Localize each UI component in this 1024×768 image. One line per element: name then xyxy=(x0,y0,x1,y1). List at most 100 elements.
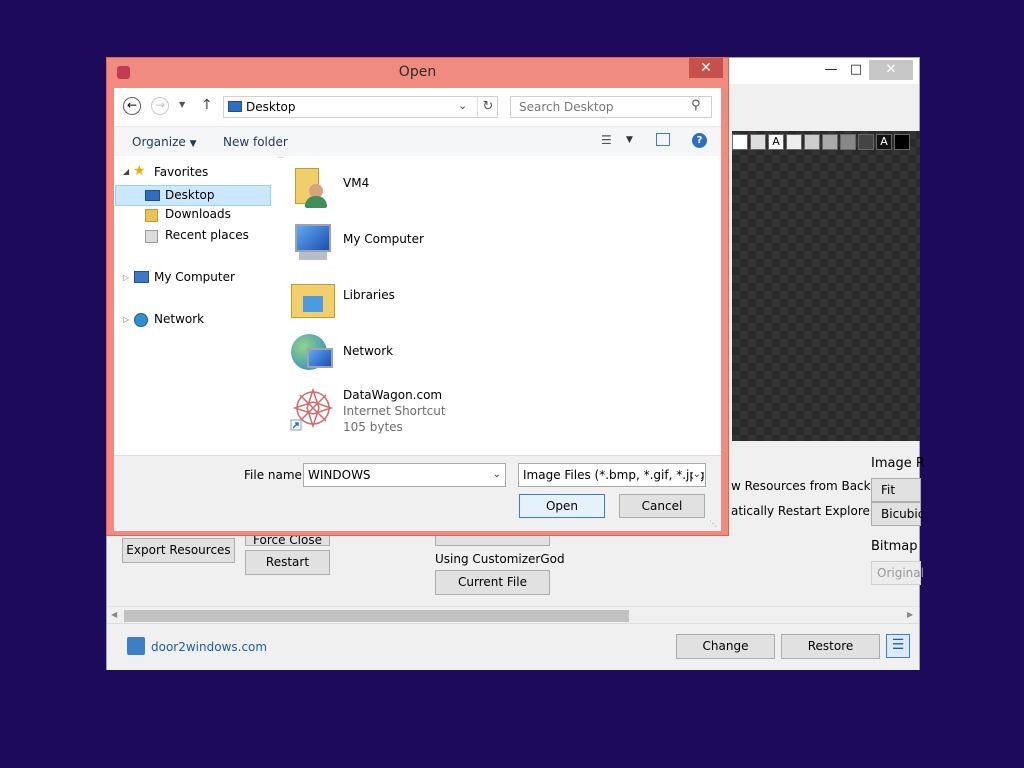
tree-favorites[interactable]: Favorites xyxy=(154,165,208,179)
site-logo-icon xyxy=(127,637,145,655)
dialog-body: ← → ▼ ↑ Desktop ⌄ ↻ Search Desktop ⚲ Org… xyxy=(114,88,721,531)
maximize-icon[interactable]: □ xyxy=(841,60,871,80)
organize-label: Organize xyxy=(132,135,186,149)
original-button: Original xyxy=(871,561,924,585)
tree-recent-places[interactable]: Recent places xyxy=(165,228,249,242)
swatch-text-light[interactable]: A xyxy=(876,134,892,150)
refresh-icon[interactable]: ↻ xyxy=(477,97,498,117)
cancel-button[interactable]: Cancel xyxy=(619,494,705,518)
star-icon: ★ xyxy=(133,163,146,179)
scroll-left-icon[interactable]: ◀ xyxy=(111,610,117,619)
recent-locations-icon[interactable]: ▼ xyxy=(179,100,185,109)
desktop-icon xyxy=(228,101,242,112)
open-button[interactable]: Open xyxy=(519,494,605,518)
swatch-black[interactable] xyxy=(894,134,910,150)
tree-network[interactable]: Network xyxy=(154,312,204,326)
tree-my-computer[interactable]: My Computer xyxy=(154,270,235,284)
swatch-mid-gray[interactable] xyxy=(822,134,838,150)
restart-button[interactable]: Restart xyxy=(245,550,330,575)
dialog-title: Open xyxy=(398,64,437,80)
file-name-value: WINDOWS xyxy=(308,468,371,482)
desktop-icon xyxy=(145,190,160,201)
dialog-bottom-panel: File name: WINDOWS ⌄ Image Files (*.bmp,… xyxy=(114,455,721,531)
preview-pane-icon[interactable] xyxy=(656,133,670,146)
tree-downloads[interactable]: Downloads xyxy=(165,207,231,221)
chevron-down-icon[interactable]: ⌄ xyxy=(692,464,701,486)
view-details-icon[interactable]: ☰ xyxy=(601,133,615,147)
navigation-bar: ← → ▼ ↑ Desktop ⌄ ↻ Search Desktop ⚲ xyxy=(114,88,721,126)
app-close-button[interactable]: ✕ xyxy=(869,60,913,80)
horizontal-scrollbar[interactable]: ◀ ▶ xyxy=(107,606,919,624)
downloads-folder-icon xyxy=(145,209,158,222)
file-name-input[interactable]: WINDOWS ⌄ xyxy=(303,463,506,487)
help-icon[interactable]: ? xyxy=(692,133,707,148)
swatch-checker-dark[interactable] xyxy=(858,134,874,150)
organize-button[interactable]: Organize ▼ xyxy=(132,135,197,149)
chevron-down-icon[interactable]: ⌄ xyxy=(493,464,501,486)
file-name: DataWagon.com xyxy=(343,388,443,402)
address-bar[interactable]: Desktop ⌄ ↻ xyxy=(223,96,498,118)
dialog-title-bar[interactable]: Open ✕ xyxy=(107,58,728,88)
new-folder-button[interactable]: New folder xyxy=(223,135,288,149)
restore-button[interactable]: Restore xyxy=(781,634,880,659)
site-link[interactable]: door2windows.com xyxy=(151,640,267,654)
file-type: Internet Shortcut xyxy=(343,404,446,418)
file-list: VM4 My Computer Libraries Network DataWa… xyxy=(284,156,721,455)
export-resources-button[interactable]: Export Resources xyxy=(122,538,235,563)
swatch-text-dark[interactable]: A xyxy=(768,134,784,150)
file-item-my-computer[interactable]: My Computer xyxy=(289,218,589,268)
computer-icon xyxy=(134,271,149,283)
auto-restart-option[interactable]: atically Restart Explorer xyxy=(731,504,875,518)
resize-grip-icon[interactable]: ⋱ xyxy=(709,519,717,528)
file-item-network[interactable]: Network xyxy=(289,330,589,380)
file-type-value: Image Files (*.bmp, *.gif, *.jpg, xyxy=(523,468,706,482)
expand-favorites-icon[interactable]: ◢ xyxy=(123,167,129,176)
libraries-icon xyxy=(289,274,337,322)
file-item-vm4[interactable]: VM4 xyxy=(289,162,589,212)
search-placeholder: Search Desktop xyxy=(519,100,614,114)
open-dialog: Open ✕ ← → ▼ ↑ Desktop ⌄ ↻ Search Deskto… xyxy=(106,57,729,536)
expand-computer-icon[interactable]: ▷ xyxy=(123,273,129,282)
file-name: My Computer xyxy=(343,232,424,246)
file-size: 105 bytes xyxy=(343,420,403,434)
file-type-select[interactable]: Image Files (*.bmp, *.gif, *.jpg, ⌄ xyxy=(518,463,706,487)
tree-desktop-label: Desktop xyxy=(165,188,215,202)
dialog-close-button[interactable]: ✕ xyxy=(689,58,723,78)
file-name: VM4 xyxy=(343,176,370,190)
menu-icon[interactable]: ☰ xyxy=(886,634,910,658)
swatch-gray[interactable] xyxy=(804,134,820,150)
up-arrow-icon[interactable]: ↑ xyxy=(201,97,213,113)
file-item-libraries[interactable]: Libraries xyxy=(289,274,589,324)
show-resources-option[interactable]: w Resources from Backup xyxy=(731,479,885,493)
fit-resize-button[interactable]: Fit Resiz xyxy=(871,478,921,519)
image-resize-heading: Image R xyxy=(871,456,925,471)
forward-arrow-icon[interactable]: → xyxy=(151,97,169,115)
expand-network-icon[interactable]: ▷ xyxy=(123,315,129,324)
navigation-pane: ◢ ★ Favorites Desktop Downloads Recent p… xyxy=(114,156,277,455)
change-button[interactable]: Change xyxy=(676,634,775,659)
using-label: Using CustomizerGod xyxy=(435,552,565,566)
search-icon[interactable]: ⚲ xyxy=(691,98,701,113)
view-dropdown-icon[interactable]: ▼ xyxy=(626,135,633,145)
file-name: Libraries xyxy=(343,288,395,302)
address-text: Desktop xyxy=(246,100,296,114)
search-input[interactable]: Search Desktop ⚲ xyxy=(510,96,712,118)
back-arrow-icon[interactable]: ← xyxy=(123,97,141,115)
tree-desktop-selected[interactable]: Desktop xyxy=(115,185,271,206)
chevron-down-icon: ▼ xyxy=(189,139,197,149)
scroll-thumb[interactable] xyxy=(124,610,629,622)
recent-places-icon xyxy=(145,230,158,243)
app-footer: door2windows.com Change Restore ☰ xyxy=(107,623,919,670)
image-preview-canvas xyxy=(732,131,920,441)
scroll-right-icon[interactable]: ▶ xyxy=(907,610,913,619)
file-name: Network xyxy=(343,344,394,358)
address-dropdown-icon[interactable]: ⌄ xyxy=(458,99,467,112)
file-item-datawagon[interactable]: DataWagon.com Internet Shortcut 105 byte… xyxy=(289,386,589,446)
swatch-white[interactable] xyxy=(732,134,748,150)
swatch-light[interactable] xyxy=(786,134,802,150)
current-file-button[interactable]: Current File xyxy=(435,570,550,595)
network-icon xyxy=(134,313,148,327)
bicubic-button[interactable]: Bicubic xyxy=(871,502,924,526)
swatch-checker[interactable] xyxy=(750,134,766,150)
swatch-dark-gray[interactable] xyxy=(840,134,856,150)
